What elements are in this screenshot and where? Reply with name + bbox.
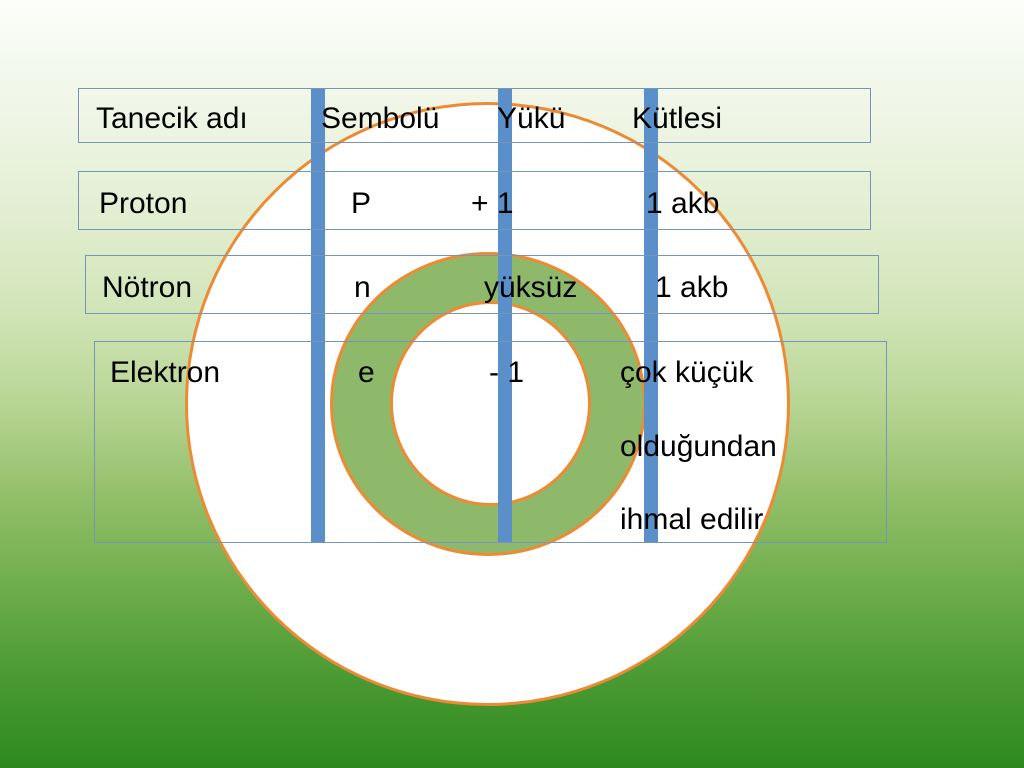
cell-proton-name: Proton [99, 187, 188, 220]
cell-elektron-mass-line-3: ihmal edilir [620, 503, 764, 536]
cell-notron-symbol: n [354, 271, 371, 304]
cell-elektron-symbol: e [358, 356, 375, 389]
table-row-notron-box [85, 255, 879, 314]
cell-elektron-mass-line-2: olduğundan [620, 430, 777, 463]
cell-proton-symbol: P [351, 187, 372, 220]
cell-elektron-name: Elektron [110, 356, 221, 389]
header-cell-symbol: Sembolü [321, 102, 440, 135]
cell-elektron-charge: - 1 [489, 356, 525, 389]
cell-proton-mass: 1 akb [646, 187, 720, 220]
cell-elektron-mass-line-1: çok küçük [620, 356, 754, 389]
header-cell-particle-name: Tanecik adı [96, 102, 248, 135]
slide-canvas: Tanecik adı Sembolü Yükü Kütlesi Proton … [0, 0, 1024, 768]
cell-notron-name: Nötron [102, 271, 193, 304]
cell-notron-charge: yüksüz [484, 271, 578, 304]
cell-notron-mass: 1 akb [655, 271, 729, 304]
header-cell-mass: Kütlesi [632, 102, 723, 135]
cell-proton-charge: + 1 [471, 187, 514, 220]
header-cell-charge: Yükü [497, 102, 566, 135]
